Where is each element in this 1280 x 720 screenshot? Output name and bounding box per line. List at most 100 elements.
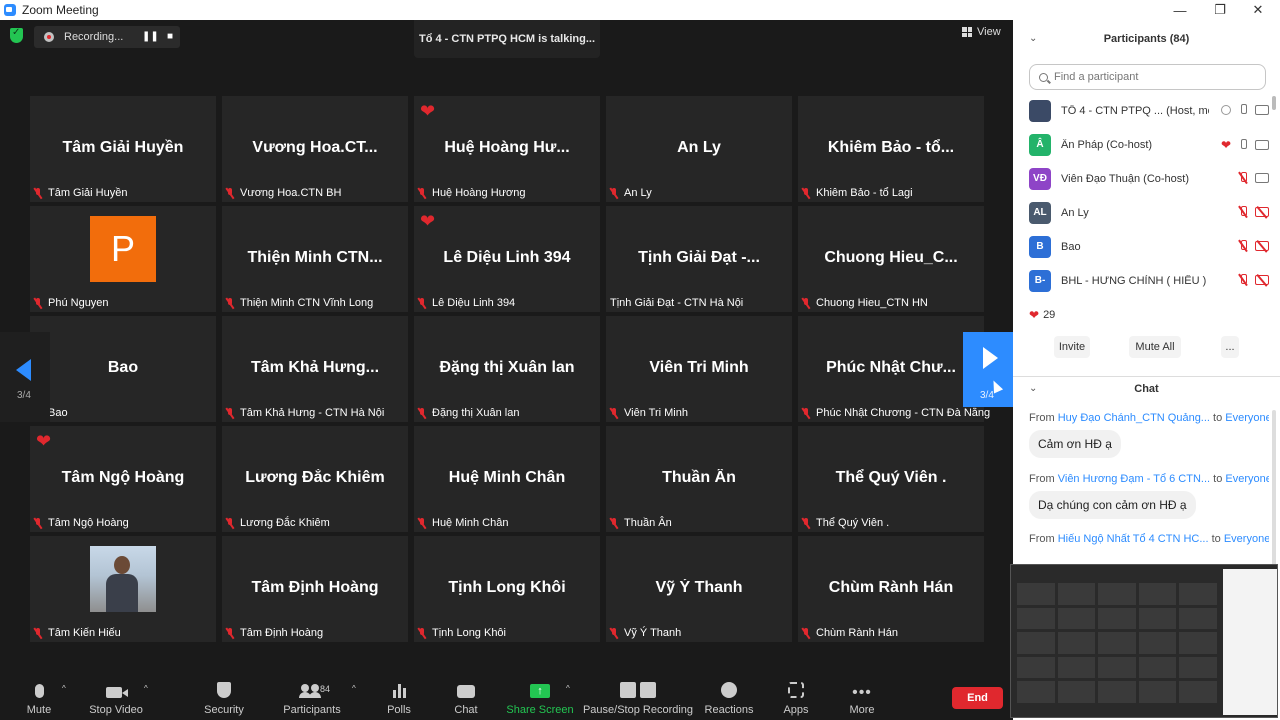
participant-tile[interactable]: Chuong Hieu_C... Chuong Hieu_CTN HN (798, 206, 984, 312)
polls-label: Polls (387, 704, 411, 716)
tile-display-name: Lê Diệu Linh 394 (443, 249, 571, 266)
window-titlebar: Zoom Meeting — ❐ ✕ (0, 0, 1280, 20)
camera-icon (1255, 140, 1269, 150)
chat-message-bubble: Cảm ơn HĐ ạ (1029, 430, 1121, 458)
participant-tile[interactable]: Lê Diệu Linh 394 ❤ Lê Diệu Linh 394 (414, 206, 600, 312)
participant-tile[interactable]: Tâm Định Hoàng Tâm Định Hoàng (222, 536, 408, 642)
participant-row[interactable]: Â Ân Pháp (Co-host) ❤ (1029, 128, 1269, 162)
tile-display-name: Huệ Minh Chân (448, 469, 566, 486)
participant-tile[interactable]: Vỹ Ý Thanh Vỹ Ý Thanh (606, 536, 792, 642)
mute-all-button[interactable]: Mute All (1129, 336, 1181, 358)
share-screen-button[interactable]: ↑ Share Screen (506, 672, 574, 720)
participant-search-input[interactable] (1054, 71, 1254, 83)
mic-muted-icon (802, 188, 810, 198)
participant-tile[interactable]: Thiện Minh CTN... Thiện Minh CTN Vĩnh Lon… (222, 206, 408, 312)
mic-muted-icon (802, 518, 810, 528)
invite-button[interactable]: Invite (1054, 336, 1090, 358)
share-options-caret[interactable]: ^ (566, 684, 570, 693)
participant-tile[interactable]: Tịnh Giải Đạt -... Tịnh Giải Đạt - CTN Hà… (606, 206, 792, 312)
mic-muted-icon (418, 408, 426, 418)
tile-name-label: Đặng thị Xuân lan (418, 407, 519, 419)
participant-tile[interactable]: Tâm Ngộ Hoàng ❤ Tâm Ngộ Hoàng (30, 426, 216, 532)
mic-muted-icon (226, 518, 234, 528)
encryption-shield-icon[interactable] (10, 27, 23, 43)
participant-row[interactable]: AL An Ly (1029, 196, 1269, 230)
tile-display-name: Tâm Ngộ Hoàng (61, 469, 185, 486)
audio-options-caret[interactable]: ^ (62, 684, 66, 693)
participant-tile[interactable]: Thể Quý Viên . Thể Quý Viên . (798, 426, 984, 532)
chat-sender-link[interactable]: Viên Hương Đạm - Tổ 6 CTN... (1058, 473, 1210, 485)
tile-name-text: Đặng thị Xuân lan (432, 407, 520, 419)
tile-display-name: Đặng thị Xuân lan (439, 359, 575, 376)
polls-button[interactable]: Polls (380, 672, 418, 720)
end-meeting-button[interactable]: End (952, 687, 1003, 709)
close-window-button[interactable]: ✕ (1238, 0, 1278, 20)
mic-muted-icon (418, 628, 426, 638)
previous-page-button[interactable]: 3/4 (0, 332, 50, 422)
recording-indicator: Recording... ❚❚ ■ (34, 26, 180, 48)
tile-name-label: Lê Diệu Linh 394 (418, 297, 515, 309)
maximize-button[interactable]: ❐ (1200, 0, 1240, 20)
tile-name-label: Thuần Ân (610, 517, 672, 529)
participant-tile[interactable]: Thuần Ân Thuần Ân (606, 426, 792, 532)
next-page-button[interactable]: 3/4 (963, 332, 1013, 407)
participant-row[interactable]: B- BHL - HƯNG CHỈNH ( HIẾU ) (1029, 264, 1269, 298)
participant-tile[interactable]: An Ly An Ly (606, 96, 792, 202)
heart-reaction-icon: ❤ (1220, 138, 1231, 152)
mic-muted-icon (610, 518, 618, 528)
screen-preview-thumbnail[interactable] (1010, 564, 1278, 718)
chat-scrollbar[interactable] (1272, 410, 1276, 570)
tile-name-text: Lê Diệu Linh 394 (432, 297, 516, 309)
stop-video-button[interactable]: Stop Video (88, 672, 144, 720)
participant-tile[interactable]: Khiêm Bảo - tổ... Khiêm Bảo - tổ Lagi (798, 96, 984, 202)
stop-recording-button[interactable]: ■ (164, 31, 176, 43)
mic-muted-icon (1239, 240, 1247, 252)
participants-header: ⌄ Participants (84) (1013, 20, 1280, 58)
participant-tile[interactable]: Vương Hoa.CT... Vương Hoa.CTN BH (222, 96, 408, 202)
participant-row[interactable]: VĐ Viên Đạo Thuận (Co-host) (1029, 162, 1269, 196)
chat-label: Chat (454, 704, 478, 716)
mic-muted-icon (1239, 172, 1247, 184)
chat-sender-link[interactable]: Huy Đạo Chánh_CTN Quảng... (1058, 412, 1210, 424)
participant-tile[interactable]: Tịnh Long Khôi Tịnh Long Khôi (414, 536, 600, 642)
participants-more-button[interactable]: ... (1221, 336, 1239, 358)
chat-header: ⌄ Chat (1013, 376, 1280, 400)
participant-row[interactable]: TỔ 4 - CTN PTPQ ... (Host, me) (1029, 94, 1269, 128)
chat-sender-link[interactable]: Hiếu Ngộ Nhất Tổ 4 CTN HC... (1058, 533, 1209, 545)
participant-tile[interactable]: Tâm Khả Hưng... Tâm Khả Hưng - CTN Hà Nội (222, 316, 408, 422)
participants-scrollbar[interactable] (1272, 96, 1276, 110)
tile-name-label: An Ly (610, 187, 652, 199)
participant-row[interactable]: B Bao (1029, 230, 1269, 264)
participant-tile[interactable]: Huệ Minh Chân Huệ Minh Chân (414, 426, 600, 532)
participant-tile[interactable]: Tâm Kiến Hiếu (30, 536, 216, 642)
participants-button[interactable]: 84 Participants (282, 672, 342, 720)
participant-tile[interactable]: Phúc Nhật Chư... Phúc Nhật Chương - CTN Đ… (798, 316, 990, 422)
more-button[interactable]: ••• More (846, 672, 878, 720)
security-button[interactable]: Security (200, 672, 248, 720)
reactions-button[interactable]: Reactions (704, 672, 754, 720)
minimize-button[interactable]: — (1160, 0, 1200, 20)
participant-tile[interactable]: Chùm Rành Hán Chùm Rành Hán (798, 536, 984, 642)
participant-search[interactable] (1029, 64, 1266, 90)
chat-button[interactable]: Chat (448, 672, 484, 720)
participants-options-caret[interactable]: ^ (352, 684, 356, 693)
view-button[interactable]: View (962, 26, 1001, 38)
participant-tile[interactable]: Huệ Hoàng Hư... ❤ Huệ Hoàng Hương (414, 96, 600, 202)
participant-tile[interactable]: Tâm Giải Huyền Tâm Giải Huyền (30, 96, 216, 202)
share-screen-label: Share Screen (506, 704, 574, 716)
mic-muted-icon (226, 628, 234, 638)
participant-tile[interactable]: Viên Tri Minh Viên Tri Minh (606, 316, 792, 422)
video-options-caret[interactable]: ^ (144, 684, 148, 693)
mute-button[interactable]: Mute (20, 672, 58, 720)
pause-recording-button[interactable]: ❚❚ (142, 31, 159, 43)
tile-display-name: Vương Hoa.CT... (252, 139, 378, 156)
mic-muted-icon (1239, 274, 1247, 286)
participant-tile[interactable]: Đặng thị Xuân lan Đặng thị Xuân lan (414, 316, 600, 422)
apps-button[interactable]: Apps (780, 672, 812, 720)
participant-tile[interactable]: P Phú Nguyen (30, 206, 216, 312)
mic-muted-icon (802, 628, 810, 638)
tile-name-label: Thiện Minh CTN Vĩnh Long (226, 297, 373, 309)
participant-tile[interactable]: Lương Đắc Khiêm Lương Đắc Khiêm (222, 426, 408, 532)
pause-stop-recording-button[interactable]: Pause/Stop Recording (583, 672, 693, 720)
participant-tile[interactable]: Bao Bao (30, 316, 216, 422)
